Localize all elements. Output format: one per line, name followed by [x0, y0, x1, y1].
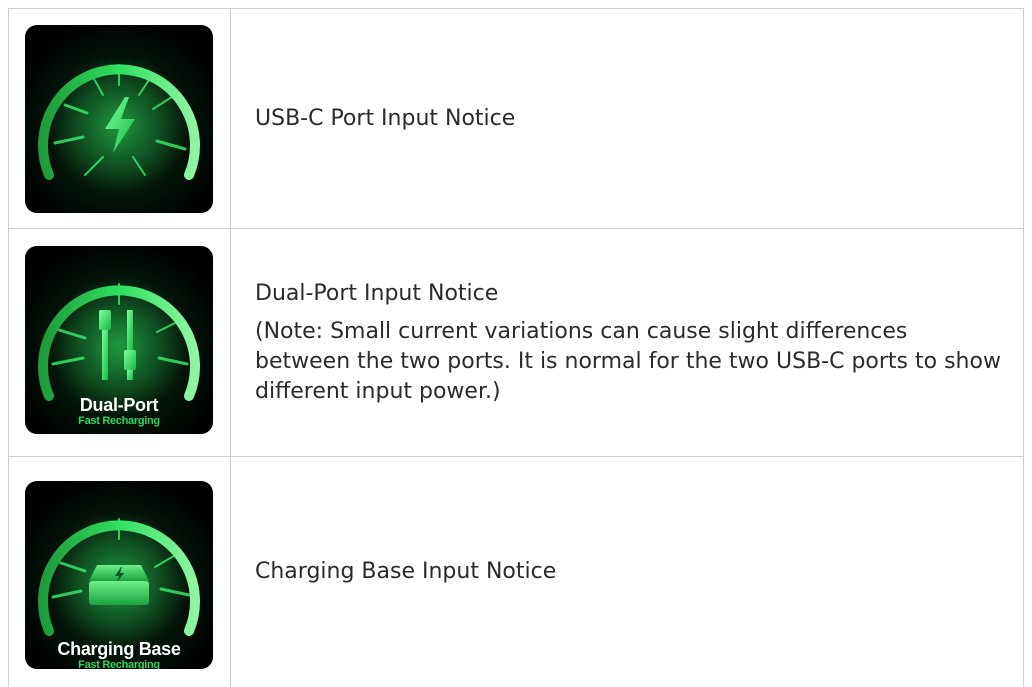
badge-title: Dual-Port [25, 395, 213, 415]
text-cell: Dual-Port Input Notice (Note: Small curr… [231, 229, 1024, 457]
charging-base-speedometer-icon: Charging Base Fast Recharging [25, 481, 213, 669]
icon-cell: Charging Base Fast Recharging [9, 457, 231, 687]
text-cell: Charging Base Input Notice [231, 457, 1024, 687]
tile-caption: Dual-Port Fast Recharging [25, 395, 213, 428]
text-cell: USB-C Port Input Notice [231, 9, 1024, 229]
notice-row-charging-base: Charging Base Fast Recharging Charging B… [9, 457, 1024, 687]
dual-cable-speedometer-icon: Dual-Port Fast Recharging [25, 246, 213, 434]
notice-table: USB-C Port Input Notice [8, 8, 1024, 687]
badge-title: Charging Base [25, 639, 213, 659]
notice-title: Charging Base Input Notice [255, 557, 1003, 587]
notice-row-dual-port: Dual-Port Fast Recharging Dual-Port Inpu… [9, 229, 1024, 457]
notice-title: Dual-Port Input Notice [255, 279, 1003, 309]
notice-row-usb-c: USB-C Port Input Notice [9, 9, 1024, 229]
notice-title: USB-C Port Input Notice [255, 104, 1003, 134]
badge-subtitle: Fast Recharging [25, 415, 213, 428]
tile-caption: Charging Base Fast Recharging [25, 639, 213, 669]
notice-note: (Note: Small current variations can caus… [255, 317, 1003, 407]
lightning-speedometer-icon [25, 25, 213, 213]
icon-cell: Dual-Port Fast Recharging [9, 229, 231, 457]
badge-subtitle: Fast Recharging [25, 659, 213, 669]
icon-cell [9, 9, 231, 229]
